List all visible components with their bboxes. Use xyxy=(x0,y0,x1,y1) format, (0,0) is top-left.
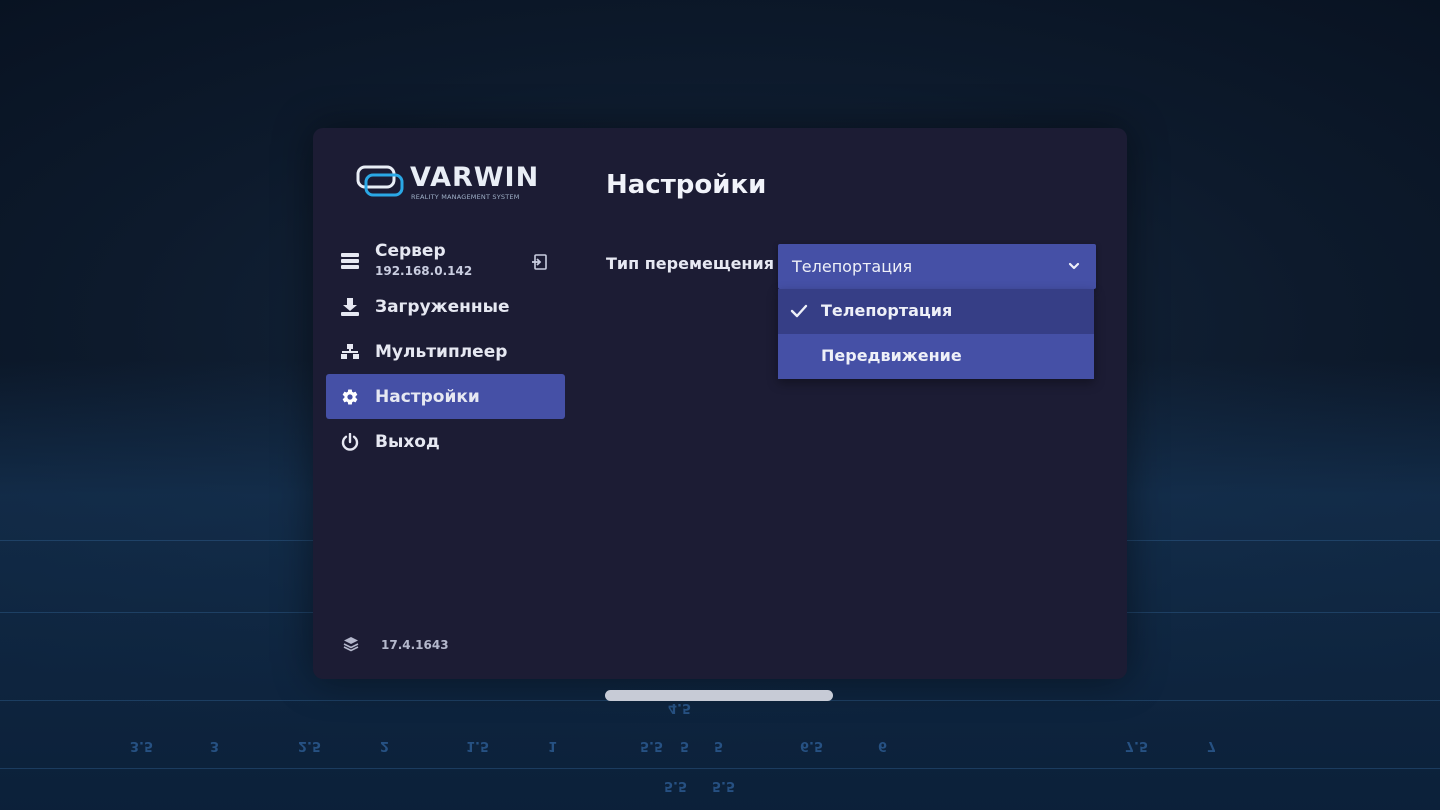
floor-label: 2 xyxy=(380,738,390,753)
movement-type-dropdown: Телепортация Передвижение xyxy=(778,289,1094,379)
floor-grid-line xyxy=(0,768,1440,769)
option-label: Передвижение xyxy=(821,346,962,365)
download-icon xyxy=(340,297,360,317)
sidebar-item-settings[interactable]: Настройки xyxy=(326,374,565,419)
floor-label: 7.5 xyxy=(1125,738,1149,753)
floor-label: 5.5 xyxy=(664,778,688,793)
sidebar-item-multiplayer[interactable]: Мультиплеер xyxy=(326,329,565,374)
gear-icon xyxy=(340,387,360,407)
sidebar-item-label: Загруженные xyxy=(375,296,510,317)
movement-type-select[interactable]: Телепортация xyxy=(778,244,1096,289)
floor-label: 3 xyxy=(210,738,220,753)
sidebar-item-label: Мультиплеер xyxy=(375,341,508,362)
option-movement[interactable]: Передвижение xyxy=(778,334,1094,379)
check-icon xyxy=(790,302,808,320)
sidebar-item-exit[interactable]: Выход xyxy=(326,419,565,464)
sidebar-item-label: Выход xyxy=(375,431,440,452)
server-icon xyxy=(340,251,360,271)
server-label: Сервер xyxy=(375,241,446,261)
layers-icon xyxy=(343,636,359,655)
sidebar-item-downloaded[interactable]: Загруженные xyxy=(326,284,565,329)
floor-label: 1.5 xyxy=(466,738,490,753)
floor-label: 1 xyxy=(548,738,558,753)
sidebar-item-server[interactable]: Сервер 192.168.0.142 xyxy=(326,238,565,284)
sidebar-item-label: Настройки xyxy=(375,386,480,407)
floor-label: 2.5 xyxy=(298,738,322,753)
floor-label: 5 xyxy=(680,738,690,753)
option-label: Телепортация xyxy=(821,301,953,320)
floor-label: 3.5 xyxy=(130,738,154,753)
floor-label: 6 xyxy=(878,738,888,753)
floor-label: 4.5 xyxy=(668,700,692,715)
settings-content: Настройки Тип перемещения Телепортация Т… xyxy=(606,128,1127,679)
multiplayer-icon xyxy=(340,342,360,362)
server-ip: 192.168.0.142 xyxy=(375,264,473,278)
floor-label: 7 xyxy=(1207,738,1217,753)
version-info: 17.4.1643 xyxy=(343,635,449,655)
floor-label: 5 xyxy=(714,738,724,753)
panel-grab-handle[interactable] xyxy=(605,690,833,701)
floor-label: 5.5 xyxy=(712,778,736,793)
chevron-down-icon xyxy=(1066,258,1082,274)
logo-icon xyxy=(356,165,404,197)
version-number: 17.4.1643 xyxy=(381,638,449,652)
movement-type-label: Тип перемещения xyxy=(606,254,774,273)
varwin-logo: VARWIN REALITY MANAGEMENT SYSTEM xyxy=(356,162,540,204)
power-icon xyxy=(340,432,360,452)
settings-panel: VARWIN REALITY MANAGEMENT SYSTEM Сервер … xyxy=(313,128,1127,679)
floor-label: 5.5 xyxy=(640,738,664,753)
option-teleport[interactable]: Телепортация xyxy=(778,289,1094,334)
sidebar: VARWIN REALITY MANAGEMENT SYSTEM Сервер … xyxy=(313,128,573,679)
floor-label: 6.5 xyxy=(800,738,824,753)
login-icon[interactable] xyxy=(531,254,547,270)
logo-wordmark: VARWIN xyxy=(410,162,540,193)
page-title: Настройки xyxy=(606,170,767,200)
select-value: Телепортация xyxy=(792,257,913,276)
logo-tagline: REALITY MANAGEMENT SYSTEM xyxy=(411,193,520,201)
